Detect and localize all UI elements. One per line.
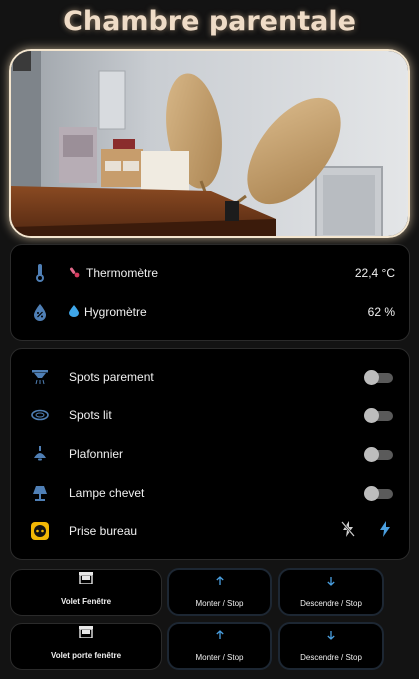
sensors-card: Thermomètre 22,4 °C Hygromètre 62 % — [10, 244, 410, 341]
lights-card: Spots parement Spots lit Plafonnier Lamp… — [10, 348, 410, 560]
shutter-up-button[interactable]: Monter / Stop — [167, 622, 272, 670]
flash-icon[interactable] — [379, 520, 391, 542]
light-name: Spots lit — [69, 408, 112, 422]
water-percent-icon — [29, 301, 51, 323]
window-shutter-icon — [79, 571, 93, 589]
arrow-up-icon — [215, 573, 225, 591]
light-row-plafonnier[interactable]: Plafonnier — [11, 440, 409, 468]
sensor-name: Hygromètre — [84, 305, 147, 319]
light-row-spots-lit[interactable]: Spots lit — [11, 401, 409, 429]
light-name: Lampe chevet — [69, 486, 145, 500]
light-toggle[interactable] — [364, 447, 393, 462]
light-row-lampe-chevet[interactable]: Lampe chevet — [11, 479, 409, 507]
arrow-down-icon — [326, 627, 336, 645]
droplet-emoji — [69, 304, 79, 320]
shutter-name: Volet porte fenêtre — [50, 651, 122, 660]
room-photo[interactable] — [9, 49, 410, 238]
plug-row-prise-bureau[interactable]: Prise bureau — [11, 517, 409, 545]
plug-actions — [341, 520, 391, 542]
light-row-spots-parement[interactable]: Spots parement — [11, 363, 409, 391]
desk-lamp-icon — [29, 482, 51, 504]
light-toggle[interactable] — [364, 408, 393, 423]
power-socket-icon — [29, 520, 51, 542]
sensor-name: Thermomètre — [86, 266, 159, 280]
sensor-row-hygrometer[interactable]: Hygromètre 62 % — [11, 298, 409, 326]
sensor-row-thermometer[interactable]: Thermomètre 22,4 °C — [11, 259, 409, 287]
shutter-down-label: Descendre / Stop — [300, 599, 362, 608]
flash-off-icon[interactable] — [341, 520, 355, 542]
page-title: Chambre parentale — [63, 6, 356, 37]
dashboard-page: Chambre parentale Thermomètre 22,4 °C Hy… — [0, 0, 419, 679]
shutter-down-button[interactable]: Descendre / Stop — [278, 622, 384, 670]
arrow-up-icon — [215, 627, 225, 645]
light-name: Spots parement — [69, 370, 154, 384]
shutter-up-label: Monter / Stop — [195, 653, 244, 662]
window-shutter-icon — [79, 625, 93, 643]
shutter-up-button[interactable]: Monter / Stop — [167, 568, 272, 616]
ceiling-spot-icon — [29, 366, 51, 388]
shutter-down-button[interactable]: Descendre / Stop — [278, 568, 384, 616]
ring-light-icon — [29, 404, 51, 426]
room-photo-image — [11, 51, 408, 236]
thermometer-icon — [29, 262, 51, 284]
sensor-value: 62 % — [367, 305, 395, 319]
arrow-down-icon — [326, 573, 336, 591]
sensor-value: 22,4 °C — [354, 266, 395, 280]
shutter-button-volet-fenetre[interactable]: Volet Fenêtre — [10, 569, 162, 616]
plug-name: Prise bureau — [69, 524, 138, 538]
ceiling-light-icon — [29, 443, 51, 465]
thermometer-emoji — [69, 266, 81, 281]
shutter-down-label: Descendre / Stop — [300, 653, 362, 662]
shutter-up-label: Monter / Stop — [195, 599, 244, 608]
light-toggle[interactable] — [364, 486, 393, 501]
shutter-button-volet-porte-fenetre[interactable]: Volet porte fenêtre — [10, 623, 162, 670]
light-toggle[interactable] — [364, 370, 393, 385]
shutter-name: Volet Fenêtre — [60, 597, 112, 606]
light-name: Plafonnier — [69, 447, 124, 461]
